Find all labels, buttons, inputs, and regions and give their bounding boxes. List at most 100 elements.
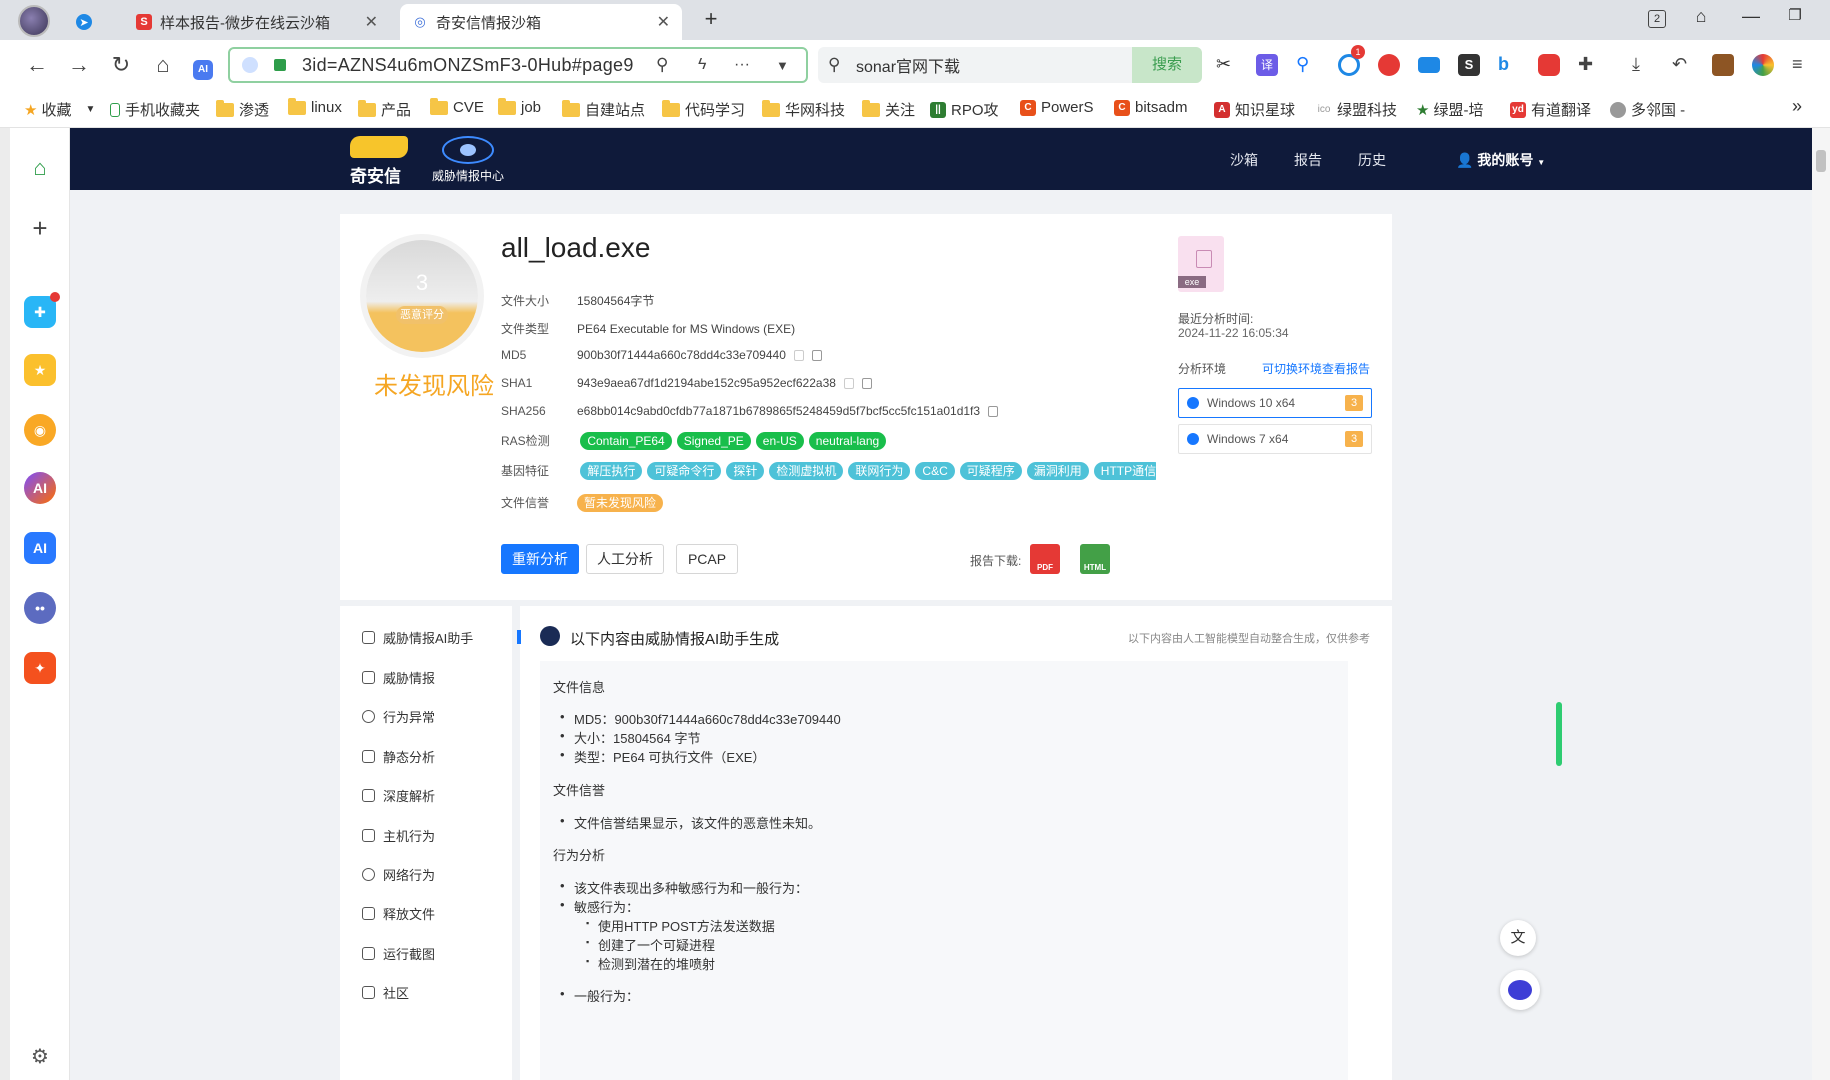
manual-analysis-button[interactable]: 人工分析 bbox=[586, 544, 664, 574]
briefcase-icon[interactable] bbox=[1712, 54, 1734, 76]
puzzle-icon[interactable]: ✚ bbox=[1578, 54, 1600, 76]
url-text[interactable]: 3id=AZNS4u6mONZSmF3-0Hub#page9 bbox=[302, 55, 642, 76]
bookmark-item[interactable]: yd 有道翻译 bbox=[1510, 99, 1591, 120]
bookmark-item[interactable]: 多邻国 - bbox=[1610, 99, 1685, 120]
qianxin-logo[interactable]: 奇安信 bbox=[350, 136, 408, 187]
search-button[interactable]: 搜索 bbox=[1132, 47, 1202, 83]
bookmark-folder[interactable]: job bbox=[498, 97, 541, 116]
site-info-icon[interactable] bbox=[242, 57, 258, 73]
red-ext-icon[interactable] bbox=[1538, 54, 1560, 76]
gene-tag[interactable]: 检测虚拟机 bbox=[769, 462, 844, 480]
color-ext-icon[interactable] bbox=[1752, 54, 1774, 76]
more-icon[interactable]: ··· bbox=[734, 56, 750, 74]
menu-dropped-files[interactable]: 释放文件 bbox=[362, 904, 435, 923]
address-bar[interactable]: 3id=AZNS4u6mONZSmF3-0Hub#page9 ⚲ ϟ ··· ▼ bbox=[228, 47, 808, 83]
home-icon[interactable]: ⌂ bbox=[24, 152, 56, 184]
nav-history[interactable]: 历史 bbox=[1358, 150, 1386, 170]
zoom-icon[interactable]: ⚲ bbox=[656, 55, 668, 75]
bookmark-folder[interactable]: 代码学习 bbox=[662, 99, 745, 120]
sidebar-app-icon[interactable]: ✚ bbox=[24, 292, 60, 328]
menu-threat-intel[interactable]: 威胁情报 bbox=[362, 668, 435, 687]
ai-app-icon[interactable]: AI bbox=[24, 472, 56, 504]
nav-report[interactable]: 报告 bbox=[1294, 150, 1322, 170]
nav-sandbox[interactable]: 沙箱 bbox=[1230, 150, 1258, 170]
bookmark-item[interactable]: A 知识星球 bbox=[1214, 99, 1295, 120]
ras-tag[interactable]: en-US bbox=[755, 432, 804, 450]
minimize-button[interactable]: — bbox=[1736, 6, 1766, 27]
bookmark-folder[interactable]: CVE bbox=[430, 97, 484, 116]
search-input[interactable]: sonar官网下载 bbox=[856, 53, 960, 77]
close-icon[interactable]: ✕ bbox=[365, 12, 378, 32]
assistant-float-button[interactable] bbox=[1500, 970, 1540, 1010]
menu-static-analysis[interactable]: 静态分析 bbox=[362, 747, 435, 766]
gene-tag[interactable]: C&C bbox=[915, 462, 955, 480]
reload-icon[interactable]: ↻ bbox=[106, 50, 136, 80]
bookmark-favorites[interactable]: ★ 收藏 ▼ bbox=[24, 99, 95, 120]
bookmark-item[interactable]: || RPO攻 bbox=[930, 99, 999, 120]
bookmark-folder[interactable]: 自建站点 bbox=[562, 99, 645, 120]
ext-circle-icon[interactable]: 1 bbox=[1338, 45, 1365, 76]
bookmark-item[interactable]: ico 绿盟科技 bbox=[1316, 99, 1397, 120]
bookmark-folder[interactable]: 渗透 bbox=[216, 99, 269, 120]
game-app-icon[interactable]: ✦ bbox=[24, 652, 56, 684]
gene-tag[interactable]: 联网行为 bbox=[848, 462, 911, 480]
copy-icon[interactable] bbox=[988, 406, 999, 418]
shield-icon[interactable] bbox=[843, 378, 854, 390]
ai-assistant-icon[interactable]: AI bbox=[24, 532, 56, 564]
bookmark-item[interactable]: 手机收藏夹 bbox=[110, 99, 200, 120]
account-menu[interactable]: 👤 我的账号 ▼ bbox=[1456, 150, 1545, 170]
tab-threatbook[interactable]: S 样本报告-微步在线云沙箱 ✕ bbox=[124, 4, 390, 40]
menu-icon[interactable]: ≡ bbox=[1792, 54, 1814, 76]
bookmark-folder[interactable]: 关注 bbox=[862, 99, 915, 120]
bookmark-folder[interactable]: 华网科技 bbox=[762, 99, 845, 120]
pinned-tab[interactable]: ➤ bbox=[64, 4, 124, 40]
chevron-down-icon[interactable]: ▼ bbox=[776, 58, 789, 73]
shirt-icon[interactable]: ⌂ bbox=[1686, 6, 1716, 27]
lightning-icon[interactable]: ϟ bbox=[698, 56, 706, 74]
copy-icon[interactable] bbox=[861, 378, 872, 390]
robot-app-icon[interactable]: ◉ bbox=[24, 414, 56, 446]
undo-icon[interactable]: ↶ bbox=[1672, 54, 1694, 76]
reputation-tag[interactable]: 暂未发现风险 bbox=[577, 494, 664, 512]
env-win7[interactable]: Windows 7 x64 3 bbox=[1178, 424, 1372, 454]
chat-app-icon[interactable]: •• bbox=[24, 592, 56, 624]
shield-icon[interactable] bbox=[793, 350, 804, 362]
menu-ai-assistant[interactable]: 威胁情报AI助手 bbox=[362, 628, 473, 647]
bookmark-folder[interactable]: 产品 bbox=[358, 99, 411, 120]
bookmark-item[interactable]: Cbitsadm bbox=[1114, 99, 1188, 116]
ras-tag[interactable]: Contain_PE64 bbox=[580, 432, 672, 450]
translate-float-button[interactable]: 文 bbox=[1500, 920, 1536, 956]
env-win10[interactable]: Windows 10 x64 3 bbox=[1178, 388, 1372, 418]
bookmark-folder[interactable]: linux bbox=[288, 97, 342, 116]
gene-tag[interactable]: 漏洞利用 bbox=[1026, 462, 1089, 480]
scissors-icon[interactable]: ✂ bbox=[1216, 54, 1238, 76]
close-icon[interactable]: ✕ bbox=[657, 12, 670, 32]
menu-deep-analysis[interactable]: 深度解析 bbox=[362, 786, 435, 805]
gene-tag[interactable]: HTTP通信 bbox=[1093, 462, 1164, 480]
forward-icon[interactable]: → bbox=[64, 50, 94, 80]
pcap-button[interactable]: PCAP bbox=[676, 544, 738, 574]
menu-behavior-anomaly[interactable]: 行为异常 bbox=[362, 707, 435, 726]
menu-network-behavior[interactable]: 网络行为 bbox=[362, 865, 435, 884]
ti-center-logo[interactable]: 威胁情报中心 bbox=[432, 136, 504, 184]
menu-screenshots[interactable]: 运行截图 bbox=[362, 944, 435, 963]
ras-tag[interactable]: neutral-lang bbox=[808, 432, 887, 450]
tab-qianxin[interactable]: ◎ 奇安信情报沙箱 ✕ bbox=[400, 4, 682, 40]
profile-avatar[interactable] bbox=[18, 5, 50, 37]
mail-icon[interactable] bbox=[1418, 57, 1440, 73]
gene-tag[interactable]: 可疑命令行 bbox=[647, 462, 722, 480]
bing-icon[interactable]: b bbox=[1498, 54, 1520, 76]
ai-icon[interactable]: AI bbox=[188, 50, 218, 80]
pdf-download-icon[interactable]: PDF bbox=[1030, 544, 1060, 574]
gene-tag[interactable]: 探针 bbox=[726, 462, 765, 480]
back-icon[interactable]: ← bbox=[22, 50, 52, 80]
scrollbar-thumb[interactable] bbox=[1816, 150, 1826, 172]
download-icon[interactable]: ⤓ bbox=[1632, 54, 1654, 76]
home-icon[interactable]: ⌂ bbox=[148, 50, 178, 80]
reanalyze-button[interactable]: 重新分析 bbox=[501, 544, 579, 574]
ras-tag[interactable]: Signed_PE bbox=[676, 432, 751, 450]
tab-count-button[interactable]: 2 bbox=[1642, 6, 1672, 28]
html-download-icon[interactable]: HTML bbox=[1080, 544, 1110, 574]
menu-community[interactable]: 社区 bbox=[362, 983, 409, 1002]
bookmark-item[interactable]: ★ 绿盟-培 bbox=[1416, 99, 1483, 120]
